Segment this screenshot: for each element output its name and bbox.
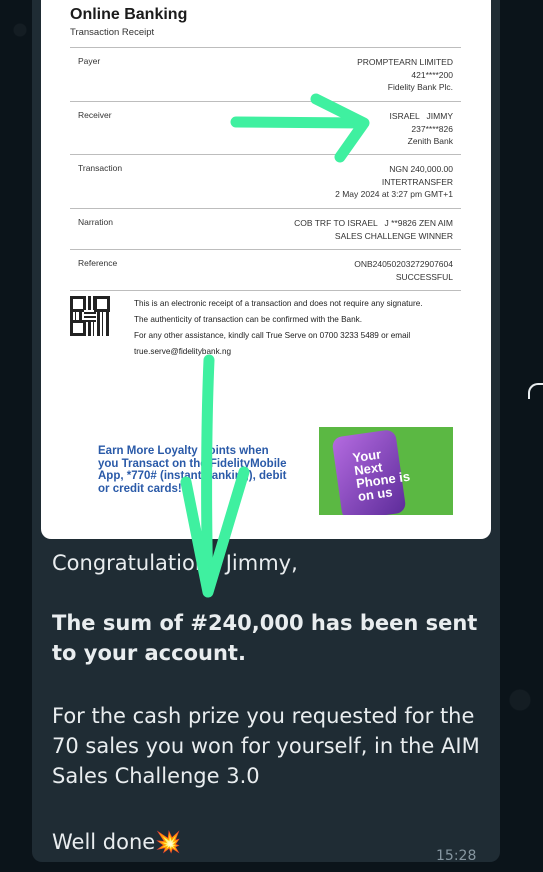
row-label: Receiver <box>78 110 112 120</box>
row-values: NGN 240,000.00 INTERTRANSFER 2 May 2024 … <box>335 163 453 201</box>
qr-code-icon <box>70 296 110 336</box>
promo-banner-text: Your Next Phone is on us <box>351 446 411 504</box>
notice-line: true.serve@fidelitybank.ng <box>134 347 232 356</box>
receipt-row-reference: Reference ONB24050203272907604 SUCCESSFU… <box>70 249 461 291</box>
row-label: Transaction <box>78 163 123 173</box>
message-closing: Well done💥 <box>52 830 182 854</box>
row-value: 237****826 <box>411 123 453 134</box>
row-label: Reference <box>78 258 118 268</box>
row-value: 421****200 <box>411 69 453 80</box>
row-values: PROMPTEARN LIMITED 421****200 Fidelity B… <box>357 56 453 94</box>
scroll-handle-icon[interactable] <box>528 383 543 399</box>
receipt-row-narration: Narration COB TRF TO ISRAEL J **9826 ZEN… <box>70 208 461 249</box>
row-values: ONB24050203272907604 SUCCESSFUL <box>354 258 453 283</box>
notice-line: The authenticity of transaction can be c… <box>134 315 363 324</box>
row-value: COB TRF TO ISRAEL J **9826 ZEN AIM <box>294 218 453 228</box>
row-values: COB TRF TO ISRAEL J **9826 ZEN AIM SALES… <box>294 217 453 242</box>
notice-line: For any other assistance, kindly call Tr… <box>134 331 411 340</box>
receipt-row-payer: Payer PROMPTEARN LIMITED 421****200 Fide… <box>70 47 461 100</box>
receipt-subtitle: Transaction Receipt <box>70 27 155 38</box>
notice-line: This is an electronic receipt of a trans… <box>134 299 423 308</box>
row-value: SALES CHALLENGE WINNER <box>334 230 453 241</box>
row-value: ISRAEL JIMMY <box>389 111 453 121</box>
receipt-row-receiver: Receiver ISRAEL JIMMY 237****826 Zenith … <box>70 101 461 154</box>
message-greeting: Congratulations Jimmy, <box>52 551 298 575</box>
row-value: 2 May 2024 at 3:27 pm GMT+1 <box>335 189 453 199</box>
receipt-image[interactable]: Online Banking Transaction Receipt Payer… <box>41 0 491 539</box>
row-value: ONB24050203272907604 <box>354 259 453 269</box>
loyalty-promo-text: Earn More Loyalty Points when you Transa… <box>98 445 287 495</box>
receipt-notice: This is an electronic receipt of a trans… <box>134 296 464 360</box>
phone-promo-banner: Your Next Phone is on us <box>319 427 453 515</box>
receipt-title: Online Banking <box>70 6 188 23</box>
row-value: Fidelity Bank Plc. <box>387 82 453 92</box>
row-label: Payer <box>78 56 101 66</box>
message-bold-line: The sum of #240,000 has been sent to you… <box>52 611 478 665</box>
row-value: PROMPTEARN LIMITED <box>357 57 453 67</box>
row-values: ISRAEL JIMMY 237****826 Zenith Bank <box>390 110 453 148</box>
row-value: Zenith Bank <box>407 136 453 146</box>
row-value: NGN 240,000.00 <box>389 164 453 174</box>
row-value: INTERTRANSFER <box>381 176 453 187</box>
message-body: For the cash prize you requested for the… <box>52 704 480 788</box>
receipt-row-transaction: Transaction NGN 240,000.00 INTERTRANSFER… <box>70 154 461 207</box>
message-timestamp: 15:28 <box>436 848 477 864</box>
row-label: Narration <box>78 217 113 227</box>
row-value: SUCCESSFUL <box>395 271 453 282</box>
